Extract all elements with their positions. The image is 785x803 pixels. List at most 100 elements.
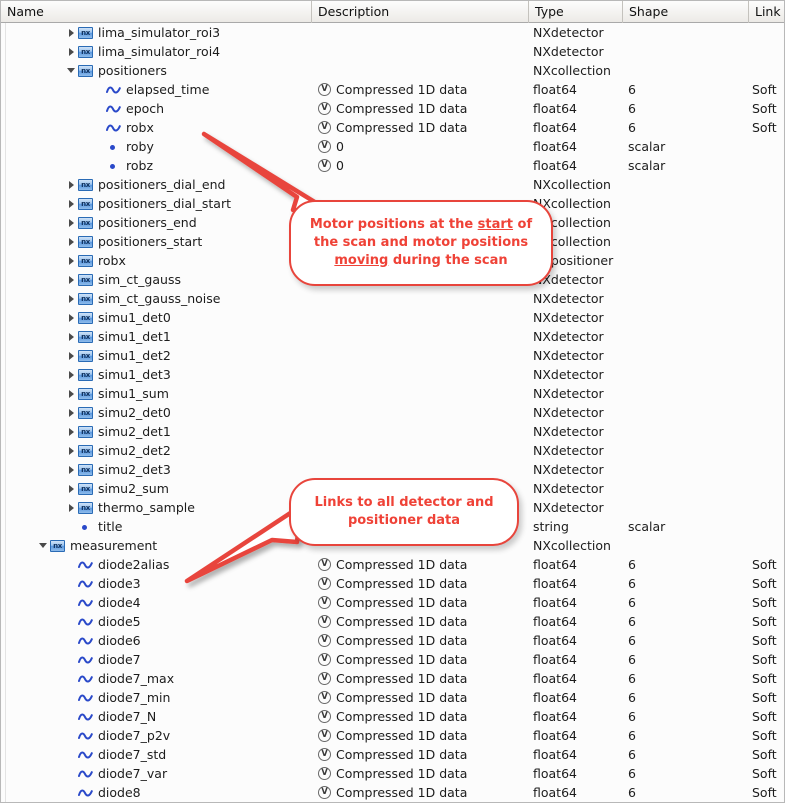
tree-row-name-cell[interactable]: nx positioners_end bbox=[2, 213, 312, 232]
chevron-right-icon[interactable] bbox=[66, 42, 78, 61]
tree-row[interactable]: diode7_p2v V Compressed 1D data float64 6 Sof… bbox=[2, 726, 783, 745]
chevron-right-icon[interactable] bbox=[66, 251, 78, 270]
chevron-down-icon[interactable] bbox=[66, 61, 78, 80]
tree-row[interactable]: nx positioners NXcollection bbox=[2, 61, 783, 80]
tree-row-name-cell[interactable]: diode7_N bbox=[2, 707, 312, 726]
tree-row[interactable]: diode7_var V Compressed 1D data float64 6 Sof… bbox=[2, 764, 783, 783]
tree-row[interactable]: nx simu1_det1 NXdetector bbox=[2, 327, 783, 346]
tree-row-name-cell[interactable]: nx positioners_dial_start bbox=[2, 194, 312, 213]
tree-row[interactable]: nx simu1_det2 NXdetector bbox=[2, 346, 783, 365]
tree-row-name-cell[interactable]: nx sim_ct_gauss bbox=[2, 270, 312, 289]
tree-row[interactable]: nx lima_simulator_roi4 NXdetector bbox=[2, 42, 783, 61]
chevron-right-icon[interactable] bbox=[66, 289, 78, 308]
tree-row[interactable]: robx V Compressed 1D data float64 6 Soft bbox=[2, 118, 783, 137]
tree-row[interactable]: elapsed_time V Compressed 1D data float64 6 S… bbox=[2, 80, 783, 99]
tree-row-name-cell[interactable]: elapsed_time bbox=[2, 80, 312, 99]
tree-row-name-cell[interactable]: robz bbox=[2, 156, 312, 175]
chevron-right-icon[interactable] bbox=[66, 232, 78, 251]
tree-row-name-cell[interactable]: nx simu2_det0 bbox=[2, 403, 312, 422]
tree-row[interactable]: diode3 V Compressed 1D data float64 6 Soft bbox=[2, 574, 783, 593]
tree-row-name-cell[interactable]: diode5 bbox=[2, 612, 312, 631]
tree-row[interactable]: diode5 V Compressed 1D data float64 6 Soft bbox=[2, 612, 783, 631]
tree-row[interactable]: diode7_min V Compressed 1D data float64 6 Sof… bbox=[2, 688, 783, 707]
chevron-right-icon[interactable] bbox=[66, 346, 78, 365]
chevron-right-icon[interactable] bbox=[66, 365, 78, 384]
chevron-right-icon[interactable] bbox=[66, 175, 78, 194]
tree-row[interactable]: nx simu1_sum NXdetector bbox=[2, 384, 783, 403]
tree-row[interactable]: diode7 V Compressed 1D data float64 6 Soft bbox=[2, 650, 783, 669]
tree-row-name-cell[interactable]: nx positioners bbox=[2, 61, 312, 80]
tree-row-name-cell[interactable]: diode8 bbox=[2, 783, 312, 802]
tree-row[interactable]: nx lima_simulator_roi3 NXdetector bbox=[2, 23, 783, 42]
tree-row-name-cell[interactable]: nx measurement bbox=[2, 536, 312, 555]
tree-row-name-cell[interactable]: diode3 bbox=[2, 574, 312, 593]
tree-row[interactable]: diode6 V Compressed 1D data float64 6 Soft bbox=[2, 631, 783, 650]
tree-row-name-cell[interactable]: nx simu1_det1 bbox=[2, 327, 312, 346]
tree-row[interactable]: diode7_N V Compressed 1D data float64 6 Soft bbox=[2, 707, 783, 726]
tree-row-name-cell[interactable]: diode7_p2v bbox=[2, 726, 312, 745]
tree-row[interactable]: roby V 0 float64 scalar bbox=[2, 137, 783, 156]
column-header-name[interactable]: Name bbox=[1, 1, 312, 23]
tree-row[interactable]: diode2alias V Compressed 1D data float64 6 So… bbox=[2, 555, 783, 574]
chevron-right-icon[interactable] bbox=[66, 213, 78, 232]
tree-row-name-cell[interactable]: nx positioners_dial_end bbox=[2, 175, 312, 194]
tree-row-name-cell[interactable]: nx simu2_det1 bbox=[2, 422, 312, 441]
tree-row[interactable]: epoch V Compressed 1D data float64 6 Soft bbox=[2, 99, 783, 118]
tree-row-name-cell[interactable]: diode7_std bbox=[2, 745, 312, 764]
nexus-tree-view[interactable]: Name Description Type Shape Link nx lima_… bbox=[0, 0, 785, 803]
tree-row-name-cell[interactable]: nx thermo_sample bbox=[2, 498, 312, 517]
chevron-right-icon[interactable] bbox=[66, 479, 78, 498]
chevron-right-icon[interactable] bbox=[66, 422, 78, 441]
tree-row-name-cell[interactable]: roby bbox=[2, 137, 312, 156]
tree-row-name-cell[interactable]: nx simu2_det3 bbox=[2, 460, 312, 479]
tree-row-name-cell[interactable]: nx positioners_start bbox=[2, 232, 312, 251]
chevron-right-icon[interactable] bbox=[66, 498, 78, 517]
tree-row-name-cell[interactable]: diode4 bbox=[2, 593, 312, 612]
tree-row-name-cell[interactable]: diode7 bbox=[2, 650, 312, 669]
chevron-right-icon[interactable] bbox=[66, 441, 78, 460]
tree-row-name-cell[interactable]: nx simu1_det0 bbox=[2, 308, 312, 327]
chevron-right-icon[interactable] bbox=[66, 270, 78, 289]
tree-row[interactable]: diode4 V Compressed 1D data float64 6 Soft bbox=[2, 593, 783, 612]
tree-row-name-cell[interactable]: diode6 bbox=[2, 631, 312, 650]
tree-row[interactable]: nx simu2_det0 NXdetector bbox=[2, 403, 783, 422]
tree-row[interactable]: nx positioners_dial_end NXcollection bbox=[2, 175, 783, 194]
chevron-right-icon[interactable] bbox=[66, 194, 78, 213]
column-header-type[interactable]: Type bbox=[529, 1, 623, 23]
tree-row[interactable]: nx sim_ct_gauss_noise NXdetector bbox=[2, 289, 783, 308]
chevron-right-icon[interactable] bbox=[66, 23, 78, 42]
chevron-right-icon[interactable] bbox=[66, 403, 78, 422]
column-header-link[interactable]: Link bbox=[749, 1, 784, 23]
tree-row[interactable]: diode8 V Compressed 1D data float64 6 Soft bbox=[2, 783, 783, 802]
tree-row-name-cell[interactable]: nx simu1_det3 bbox=[2, 365, 312, 384]
tree-row-name-cell[interactable]: epoch bbox=[2, 99, 312, 118]
tree-row[interactable]: nx simu2_det1 NXdetector bbox=[2, 422, 783, 441]
tree-row-name-cell[interactable]: nx sim_ct_gauss_noise bbox=[2, 289, 312, 308]
tree-row-name-cell[interactable]: robx bbox=[2, 118, 312, 137]
tree-row-name-cell[interactable]: nx robx bbox=[2, 251, 312, 270]
tree-row[interactable]: diode7_std V Compressed 1D data float64 6 Sof… bbox=[2, 745, 783, 764]
tree-row-name-cell[interactable]: nx lima_simulator_roi4 bbox=[2, 42, 312, 61]
chevron-right-icon[interactable] bbox=[66, 308, 78, 327]
chevron-right-icon[interactable] bbox=[66, 384, 78, 403]
tree-row-name-cell[interactable]: diode7_min bbox=[2, 688, 312, 707]
chevron-down-icon[interactable] bbox=[38, 536, 50, 555]
chevron-right-icon[interactable] bbox=[66, 327, 78, 346]
tree-row-name-cell[interactable]: title bbox=[2, 517, 312, 536]
column-header-shape[interactable]: Shape bbox=[623, 1, 749, 23]
tree-row[interactable]: nx simu1_det0 NXdetector bbox=[2, 308, 783, 327]
tree-row-name-cell[interactable]: nx simu2_det2 bbox=[2, 441, 312, 460]
tree-row-name-cell[interactable]: nx simu1_det2 bbox=[2, 346, 312, 365]
tree-row-name-cell[interactable]: nx simu2_sum bbox=[2, 479, 312, 498]
tree-row-name-cell[interactable]: diode2alias bbox=[2, 555, 312, 574]
tree-row[interactable]: nx simu2_det3 NXdetector bbox=[2, 460, 783, 479]
tree-row-name-cell[interactable]: diode7_max bbox=[2, 669, 312, 688]
tree-rows-container[interactable]: nx lima_simulator_roi3 NXdetector nx lima_si… bbox=[2, 23, 783, 802]
column-header-description[interactable]: Description bbox=[312, 1, 529, 23]
tree-row[interactable]: diode7_max V Compressed 1D data float64 6 Sof… bbox=[2, 669, 783, 688]
tree-row[interactable]: robz V 0 float64 scalar bbox=[2, 156, 783, 175]
tree-row-name-cell[interactable]: diode7_var bbox=[2, 764, 312, 783]
tree-row[interactable]: nx simu1_det3 NXdetector bbox=[2, 365, 783, 384]
tree-row[interactable]: nx simu2_det2 NXdetector bbox=[2, 441, 783, 460]
chevron-right-icon[interactable] bbox=[66, 460, 78, 479]
